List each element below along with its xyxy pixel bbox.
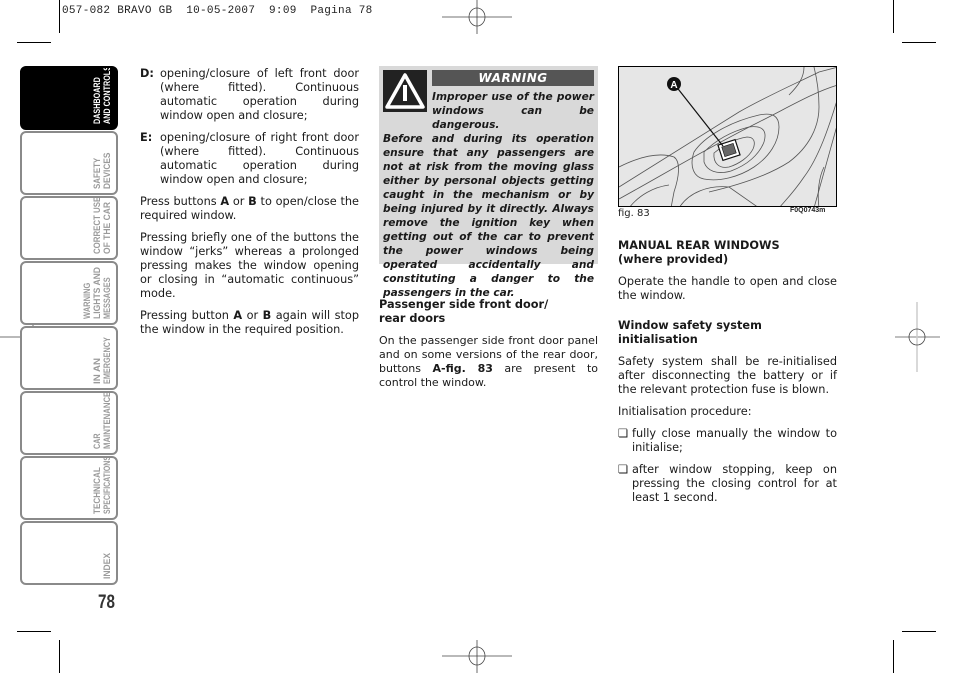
sidebar-tab-label: IN AN [92, 358, 102, 384]
list-item: ❏ fully close manually the window to ini… [618, 427, 837, 454]
item-text: opening/closure of left front door (wher… [160, 67, 359, 122]
sidebar-tab[interactable]: INDEX [20, 521, 118, 585]
registration-mark-icon [442, 640, 512, 673]
sidebar-tab-label: MAINTENANCE [102, 393, 112, 449]
sidebar-tab-label: LIGHTS AND [92, 267, 102, 319]
sidebar-tab-label: INDEX [102, 553, 112, 579]
callout-label: A [670, 80, 677, 91]
crop-mark [902, 631, 936, 632]
checkbox-bullet-icon: ❏ [618, 427, 629, 440]
item-key: E: [140, 131, 153, 144]
column-2: Passenger side front door/ rear doors On… [379, 298, 598, 398]
warning-lead: Improper use of the power windows can be… [432, 91, 594, 131]
section-heading: MANUAL REAR WINDOWS (where provided) [618, 239, 780, 266]
warning-body: Before and during its operation ensure t… [383, 133, 594, 299]
paragraph: On the passenger side front door panel a… [379, 334, 598, 389]
sidebar-tab[interactable]: TECHNICAL SPECIFICATIONS [20, 456, 118, 520]
column-3: MANUAL REAR WINDOWS (where provided) Ope… [618, 239, 837, 513]
sidebar-tab[interactable]: CAR MAINTENANCE [20, 391, 118, 455]
crop-mark [59, 640, 60, 673]
sidebar-tab[interactable]: IN AN EMERGENCY [20, 326, 118, 390]
sidebar-tab-label: SAFETY [92, 158, 102, 189]
paragraph: Pressing briefly one of the buttons the … [140, 231, 359, 300]
sidebar-tab-label: DASHBOARD [92, 77, 102, 124]
sidebar-tab-label: CAR [92, 433, 102, 449]
paragraph: Operate the handle to open and close the… [618, 275, 837, 302]
figure-caption: fig. 83 [618, 208, 650, 219]
crop-mark [893, 0, 894, 33]
sidebar-tab-label: DEVICES [102, 153, 112, 189]
sidebar-tab[interactable]: DASHBOARD AND CONTROLS [20, 66, 118, 130]
door-panel-switch-illustration: A [619, 67, 836, 206]
sidebar-tab-label: WARNING [82, 283, 92, 319]
warning-title: WARNING [432, 70, 594, 86]
warning-text: Improper use of the power windows can be… [383, 90, 594, 300]
checkbox-bullet-icon: ❏ [618, 463, 629, 476]
sidebar-tab-label: MESSAGES [102, 277, 112, 319]
list-item: D: opening/closure of left front door (w… [140, 67, 359, 123]
figure-83-illustration: A [618, 66, 837, 207]
crop-mark [17, 42, 51, 43]
crop-mark [893, 640, 894, 673]
sidebar-tab[interactable]: WARNING LIGHTS AND MESSAGES [20, 261, 118, 325]
item-key: D: [140, 67, 154, 80]
registration-mark-icon [442, 0, 512, 34]
section-heading: Passenger side front door/ rear doors [379, 298, 549, 325]
figure-code: F0Q0743m [790, 207, 826, 214]
paragraph: Pressing button A or B again will stop t… [140, 309, 359, 336]
sidebar-tab[interactable]: CORRECT USE OF THE CAR [20, 196, 118, 260]
list-item: E: opening/closure of right front door (… [140, 131, 359, 187]
crop-mark [902, 42, 936, 43]
paragraph: Safety system shall be re-initialised af… [618, 355, 837, 396]
crop-mark [59, 0, 60, 33]
sidebar-tab[interactable]: SAFETY DEVICES [20, 131, 118, 195]
paragraph: Press buttons A or B to open/close the r… [140, 195, 360, 222]
sidebar-tab-label: SPECIFICATIONS [102, 458, 112, 514]
list-item: ❏ after window stopping, keep on pressin… [618, 463, 837, 504]
crop-mark [17, 631, 51, 632]
registration-mark-icon [895, 302, 940, 372]
paragraph: Initialisation procedure: [618, 405, 752, 418]
print-slug: 057-082 BRAVO GB 10-05-2007 9:09 Pagina … [62, 5, 373, 17]
column-1: D: opening/closure of left front door (w… [140, 67, 359, 345]
section-heading: Window safety system initialisation [618, 319, 762, 346]
sidebar-tab-label: CORRECT USE [92, 198, 102, 254]
sidebar-tab-label: OF THE CAR [102, 202, 112, 254]
sidebar-tab-label: EMERGENCY [102, 337, 112, 384]
item-text: opening/closure of right front door (whe… [160, 131, 359, 186]
warning-box: WARNING Improper use of the power window… [379, 66, 598, 299]
sidebar-tab-label: TECHNICAL [92, 467, 102, 514]
page-number: 78 [98, 592, 115, 613]
sidebar-tab-label: AND CONTROLS [102, 68, 112, 124]
